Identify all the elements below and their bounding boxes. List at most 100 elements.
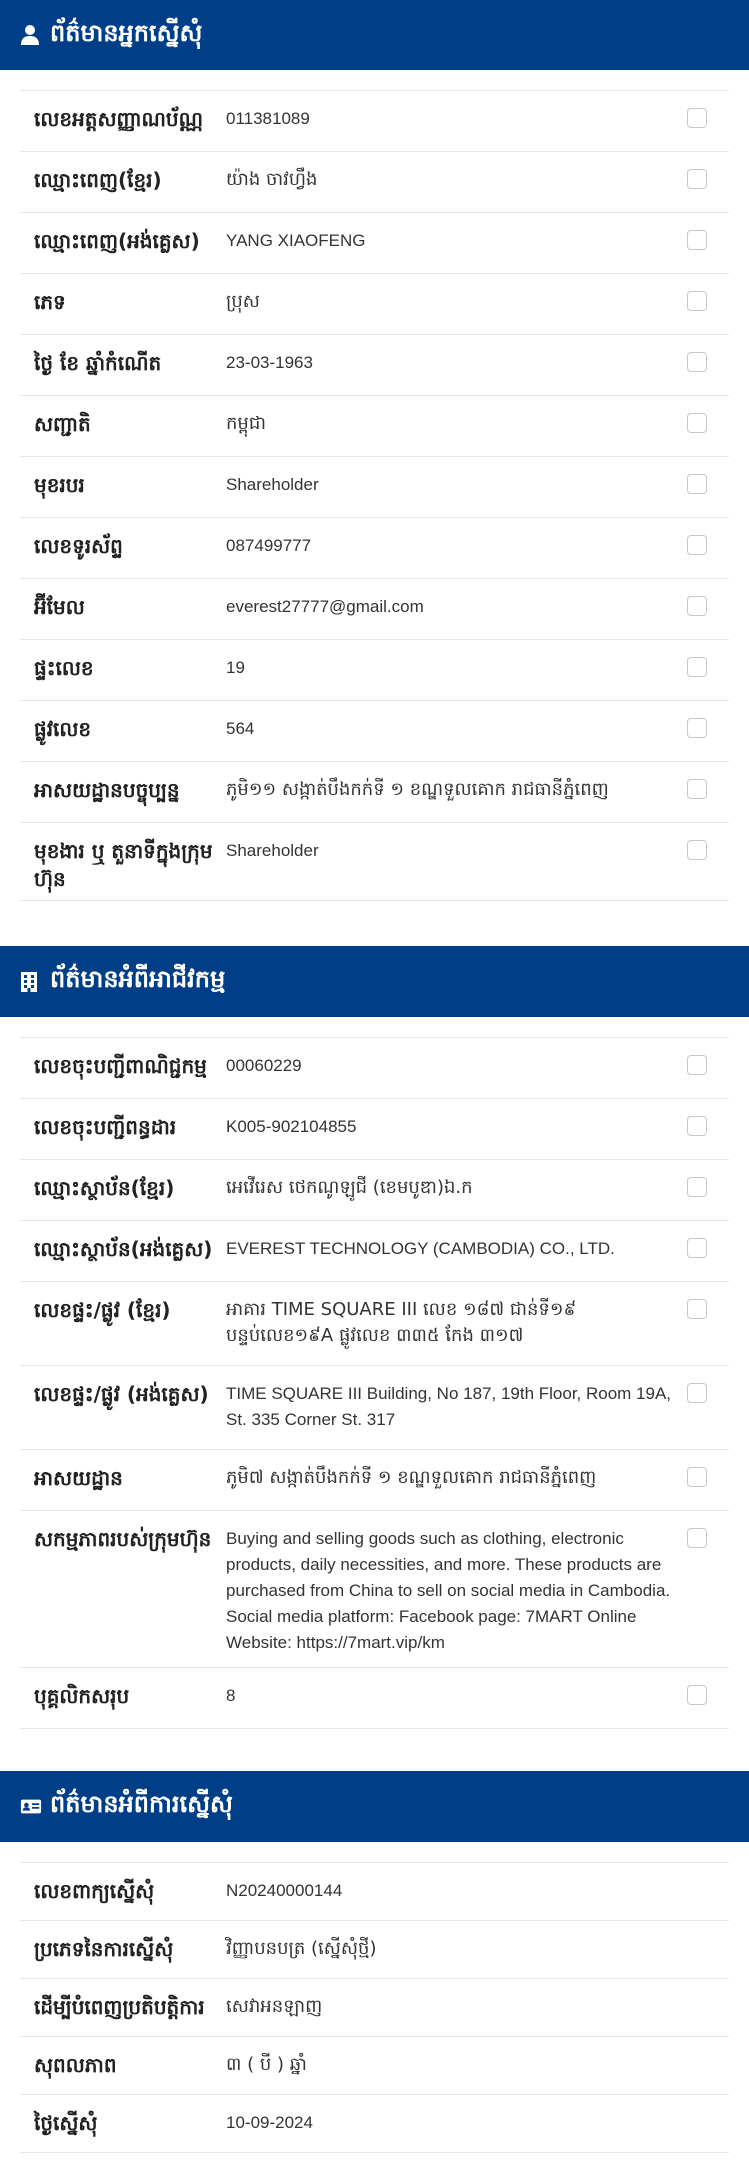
applicant-row-label: មុខរបរ xyxy=(34,473,85,497)
request-row: ដើម្បីបំពេញប្រតិបត្តិការ សេវាអនឡាញ xyxy=(20,1979,729,2037)
business-row-value: Buying and selling goods such as clothin… xyxy=(226,1529,671,1652)
applicant-row-value: 011381089 xyxy=(226,109,310,128)
applicant-row-value: Shareholder xyxy=(226,841,319,860)
request-row-value: វិញ្ញាបនបត្រ (ស្នើសុំថ្មី) xyxy=(226,1938,377,1959)
request-row: ប្រភេទនៃការស្នើសុំ វិញ្ញាបនបត្រ (ស្នើសុំថ… xyxy=(20,1921,729,1979)
row-checkbox[interactable] xyxy=(687,1383,707,1403)
applicant-row: ផ្លូវលេខ 564 xyxy=(20,701,729,762)
row-checkbox[interactable] xyxy=(687,1116,707,1136)
applicant-row-value: 564 xyxy=(226,719,255,738)
applicant-info-list: លេខអត្តសញ្ញាណប័ណ្ណ 011381089 ឈ្មោះពេញ(ខ្មែ… xyxy=(20,90,729,901)
applicant-row-label: អាសយដ្ឋានបច្ចុប្បន្ន xyxy=(34,778,180,802)
applicant-row-label: សញ្ជាតិ xyxy=(34,412,91,436)
request-panel-title: ព័ត៌មានអំពីការស្នើសុំ xyxy=(50,1790,233,1818)
applicant-row-label: អ៊ីមែល xyxy=(34,595,85,619)
business-panel-header: ព័ត៌មានអំពីអាជីវកម្ម xyxy=(0,946,749,1017)
id-card-icon xyxy=(20,1796,42,1818)
row-checkbox[interactable] xyxy=(687,1528,707,1548)
request-row: ថ្ងៃស្នើសុំ 10-09-2024 xyxy=(20,2095,729,2153)
business-row-value: ភូមិ៧ សង្កាត់បឹងកក់ទី ១ ខណ្ឌទួលគោក រាជធា… xyxy=(226,1467,597,1488)
request-row-value: សេវាអនឡាញ xyxy=(226,1996,323,2017)
business-row: លេខផ្ទះ/ផ្លូវ (ខ្មែរ) អាគារ TIME SQUARE I… xyxy=(20,1282,729,1366)
business-row-value: អាគារ TIME SQUARE III លេខ ១៨៧ ជាន់ទី១៩ ប… xyxy=(226,1299,577,1346)
row-checkbox[interactable] xyxy=(687,779,707,799)
applicant-row: ផ្ទះលេខ 19 xyxy=(20,640,729,701)
row-checkbox[interactable] xyxy=(687,169,707,189)
applicant-row-value: 19 xyxy=(226,658,245,677)
row-checkbox[interactable] xyxy=(687,657,707,677)
request-info-list: លេខពាក្យស្នើសុំ N20240000144 ប្រភេទនៃការស្… xyxy=(20,1862,729,2153)
business-row: បុគ្គលិកសរុប 8 xyxy=(20,1668,729,1729)
business-row: អាសយដ្ឋាន ភូមិ៧ សង្កាត់បឹងកក់ទី ១ ខណ្ឌទួល… xyxy=(20,1450,729,1511)
business-row-label: លេខចុះបញ្ជីពន្ធដារ xyxy=(34,1115,177,1139)
applicant-row-label: ឈ្មោះពេញ(ខ្មែរ) xyxy=(34,168,162,192)
row-checkbox[interactable] xyxy=(687,1685,707,1705)
applicant-row-value: កម្ពុជា xyxy=(226,413,266,434)
applicant-panel-title: ព័ត៌មានអ្នកស្នើសុំ xyxy=(50,18,203,47)
row-checkbox[interactable] xyxy=(687,840,707,860)
row-checkbox[interactable] xyxy=(687,718,707,738)
applicant-row-label: ភេទ xyxy=(34,290,66,314)
applicant-row: មុខរបរ Shareholder xyxy=(20,457,729,518)
business-row-value: 00060229 xyxy=(226,1056,302,1075)
applicant-row: អ៊ីមែល everest27777@gmail.com xyxy=(20,579,729,640)
applicant-row-value: everest27777@gmail.com xyxy=(226,597,424,616)
row-checkbox[interactable] xyxy=(687,1238,707,1258)
business-row-label: សកម្មភាពរបស់ក្រុមហ៊ុន xyxy=(34,1527,212,1551)
request-row: សុពលភាព ៣ ( បី ) ឆ្នាំ xyxy=(20,2037,729,2095)
row-checkbox[interactable] xyxy=(687,1299,707,1319)
applicant-row: សញ្ជាតិ កម្ពុជា xyxy=(20,396,729,457)
business-row-label: ឈ្មោះស្ថាប័ន(ខ្មែរ) xyxy=(34,1176,175,1200)
row-checkbox[interactable] xyxy=(687,413,707,433)
building-icon xyxy=(20,971,42,993)
row-checkbox[interactable] xyxy=(687,230,707,250)
applicant-row-value: 087499777 xyxy=(226,536,312,555)
business-row-value: អេវើរេស ថេកណូឡូជី (ខេមបូឌា)ឯ.ក xyxy=(226,1177,473,1198)
business-row: ឈ្មោះស្ថាប័ន(ខ្មែរ) អេវើរេស ថេកណូឡូជី (ខេ… xyxy=(20,1160,729,1221)
row-checkbox[interactable] xyxy=(687,1467,707,1487)
applicant-row-label: លេខអត្តសញ្ញាណប័ណ្ណ xyxy=(34,107,204,131)
business-row-label: អាសយដ្ឋាន xyxy=(34,1466,123,1490)
row-checkbox[interactable] xyxy=(687,535,707,555)
business-row-value: K005-902104855 xyxy=(226,1117,357,1136)
request-row-value: ៣ ( បី ) ឆ្នាំ xyxy=(226,2054,307,2075)
row-checkbox[interactable] xyxy=(687,474,707,494)
row-checkbox[interactable] xyxy=(687,291,707,311)
business-row-label: បុគ្គលិកសរុប xyxy=(34,1684,130,1708)
request-panel: ព័ត៌មានអំពីការស្នើសុំ លេខពាក្យស្នើសុំ N20… xyxy=(0,1771,749,2183)
applicant-row-label: ឈ្មោះពេញ(អង់គ្លេស) xyxy=(34,229,200,253)
applicant-row: ភេទ ប្រុស xyxy=(20,274,729,335)
applicant-row: អាសយដ្ឋានបច្ចុប្បន្ន ភូមិ១១ សង្កាត់បឹងកក់… xyxy=(20,762,729,823)
business-row: លេខចុះបញ្ជីពាណិជ្ជកម្ម 00060229 xyxy=(20,1038,729,1099)
applicant-row-value: YANG XIAOFENG xyxy=(226,231,366,250)
applicant-row-label: ផ្លូវលេខ xyxy=(34,717,92,741)
row-checkbox[interactable] xyxy=(687,352,707,372)
row-checkbox[interactable] xyxy=(687,596,707,616)
request-row-label: ដើម្បីបំពេញប្រតិបត្តិការ xyxy=(34,1995,205,2019)
business-row-value: EVEREST TECHNOLOGY (CAMBODIA) CO., LTD. xyxy=(226,1239,615,1258)
row-checkbox[interactable] xyxy=(687,1055,707,1075)
business-panel: ព័ត៌មានអំពីអាជីវកម្ម លេខចុះបញ្ជីពាណិជ្ជក… xyxy=(0,946,749,1771)
applicant-row: ឈ្មោះពេញ(ខ្មែរ) យ៉ាង ចាវហ្វឹង xyxy=(20,152,729,213)
business-row: ឈ្មោះស្ថាប័ន(អង់គ្លេស) EVEREST TECHNOLOGY… xyxy=(20,1221,729,1282)
request-row: លេខពាក្យស្នើសុំ N20240000144 xyxy=(20,1863,729,1921)
user-icon xyxy=(20,24,42,46)
business-row-label: លេខចុះបញ្ជីពាណិជ្ជកម្ម xyxy=(34,1054,207,1078)
business-row: សកម្មភាពរបស់ក្រុមហ៊ុន Buying and selling … xyxy=(20,1511,729,1668)
applicant-row: ឈ្មោះពេញ(អង់គ្លេស) YANG XIAOFENG xyxy=(20,213,729,274)
applicant-row-value: Shareholder xyxy=(226,475,319,494)
business-row-value: 8 xyxy=(226,1686,236,1705)
applicant-row-label: ផ្ទះលេខ xyxy=(34,656,94,680)
business-panel-title: ព័ត៌មានអំពីអាជីវកម្ម xyxy=(50,965,226,993)
applicant-row-label: លេខទូរស័ព្ទ xyxy=(34,534,123,558)
request-row-value: 10-09-2024 xyxy=(226,2113,313,2132)
business-row-value: TIME SQUARE III Building, No 187, 19th F… xyxy=(226,1384,672,1429)
request-row-label: លេខពាក្យស្នើសុំ xyxy=(34,1879,155,1903)
applicant-panel: ព័ត៌មានអ្នកស្នើសុំ លេខអត្តសញ្ញាណប័ណ្ណ 011… xyxy=(0,0,749,946)
applicant-row-value: ប្រុស xyxy=(226,291,260,312)
business-row-label: ឈ្មោះស្ថាប័ន(អង់គ្លេស) xyxy=(34,1237,213,1261)
business-row: លេខផ្ទះ/ផ្លូវ (អង់គ្លេស) TIME SQUARE III … xyxy=(20,1366,729,1450)
applicant-row-value: 23-03-1963 xyxy=(226,353,313,372)
row-checkbox[interactable] xyxy=(687,108,707,128)
row-checkbox[interactable] xyxy=(687,1177,707,1197)
